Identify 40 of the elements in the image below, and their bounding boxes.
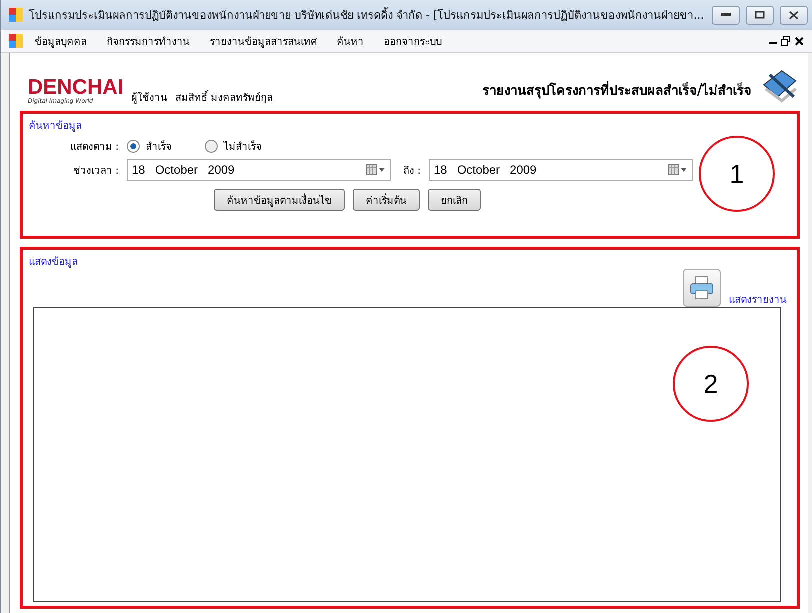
print-button[interactable] bbox=[683, 269, 721, 307]
app-icon bbox=[9, 8, 23, 22]
radio-option[interactable]: สำเร็จ bbox=[127, 139, 197, 154]
menu-item[interactable]: ข้อมูลบุคคล bbox=[27, 32, 95, 50]
window-title: โปรแกรมประเมินผลการปฏิบัติงานของพนักงานฝ่ายขาย บริษัทเด่นชัย เทรดดิ้ง จำกัด - [โปรแกรมประเมินผลการปฏิบัติงานของพนักงานฝ่ายขา... bbox=[29, 6, 706, 24]
action-button[interactable]: ค้นหาข้อมูลตามเงื่อนไข bbox=[214, 189, 345, 211]
radio-dot[interactable] bbox=[127, 140, 140, 153]
close-icon bbox=[789, 10, 799, 20]
action-button[interactable]: ยกเลิก bbox=[428, 189, 481, 211]
report-title: รายงานสรุปโครงการที่ประสบผลสำเร็จ/ไม่สำเร็จ bbox=[482, 80, 752, 101]
to-date-field[interactable]: 18 October 2009 bbox=[429, 159, 693, 181]
close-button[interactable] bbox=[780, 6, 808, 24]
from-date-field[interactable]: 18 October 2009 bbox=[127, 159, 391, 181]
radio-option[interactable]: ไม่สำเร็จ bbox=[205, 139, 275, 154]
radio-dot[interactable] bbox=[205, 140, 218, 153]
printer-icon bbox=[689, 275, 715, 301]
period-label: ช่วงเวลา : bbox=[72, 164, 119, 178]
minimize-button[interactable] bbox=[712, 6, 740, 24]
app-icon bbox=[9, 34, 23, 48]
menu-item[interactable]: กิจกรรมการทำงาน bbox=[99, 32, 198, 50]
maximize-button[interactable] bbox=[746, 6, 774, 24]
calendar-dropdown-icon[interactable] bbox=[668, 164, 688, 176]
group-title: แสดงข้อมูล bbox=[29, 256, 79, 269]
menu-item[interactable]: ค้นหา bbox=[329, 32, 372, 50]
user-name: สมสิทธิ์ มงคลทรัพย์กุล bbox=[176, 90, 273, 105]
calendar-dropdown-icon[interactable] bbox=[366, 164, 386, 176]
group-title: ค้นหาข้อมูล bbox=[29, 120, 83, 133]
show-by-label: แสดงตาม : bbox=[69, 141, 119, 154]
restore-icon[interactable] bbox=[781, 36, 791, 46]
close-icon[interactable] bbox=[795, 36, 804, 46]
annotation-circle: 2 bbox=[673, 346, 749, 422]
maximize-icon bbox=[755, 11, 765, 19]
action-button[interactable]: ค่าเริ่มต้น bbox=[353, 189, 420, 211]
annotation-circle: 1 bbox=[699, 136, 775, 212]
menu-item[interactable]: รายงานข้อมูลสารสนเทศ bbox=[202, 32, 325, 50]
minimize-icon bbox=[721, 13, 731, 17]
to-label: ถึง : bbox=[402, 164, 421, 178]
user-label: ผู้ใช้งาน bbox=[132, 91, 168, 105]
menu-item[interactable]: ออกจากระบบ bbox=[376, 32, 450, 50]
show-report-link[interactable]: แสดงรายงาน bbox=[729, 292, 787, 307]
